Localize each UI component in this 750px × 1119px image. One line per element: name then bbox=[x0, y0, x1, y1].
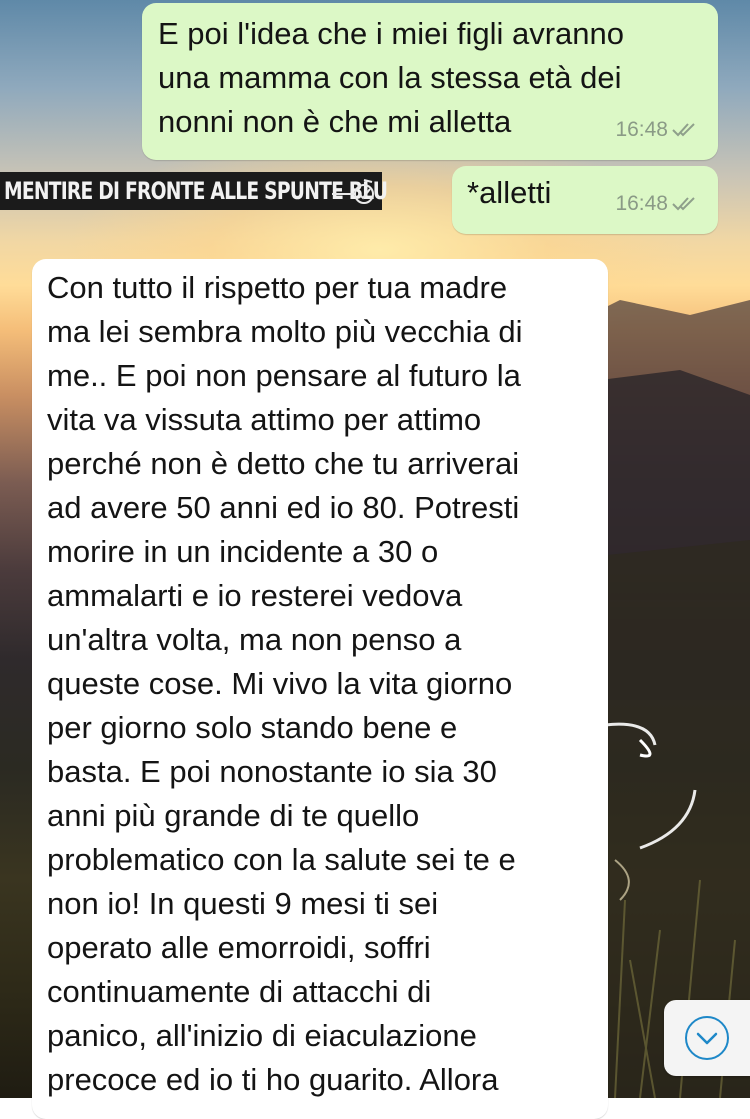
incoming-message[interactable]: Con tutto il rispetto per tua madre ma l… bbox=[32, 259, 608, 1119]
double-check-icon bbox=[672, 197, 695, 211]
outgoing-message[interactable]: E poi l'idea che i miei figli avranno un… bbox=[142, 3, 718, 160]
message-meta: 16:48 bbox=[615, 182, 700, 226]
message-time: 16:48 bbox=[615, 192, 668, 215]
message-text: Con tutto il rispetto per tua madre ma l… bbox=[47, 270, 523, 1097]
message-text: *alletti bbox=[467, 175, 552, 210]
scroll-to-bottom-button[interactable] bbox=[664, 1000, 750, 1076]
outgoing-message[interactable]: *alletti 16:48 bbox=[452, 166, 718, 234]
message-time: 16:48 bbox=[615, 118, 668, 141]
watermark-banner: MENTIRE DI FRONTE ALLE SPUNTE BLU bbox=[0, 172, 388, 210]
message-text: E poi l'idea che i miei figli avranno un… bbox=[158, 16, 624, 139]
double-check-icon bbox=[672, 123, 695, 137]
double-check-icon bbox=[332, 179, 374, 204]
chevron-down-icon bbox=[685, 1016, 729, 1060]
message-meta: 16:48 bbox=[615, 108, 700, 152]
